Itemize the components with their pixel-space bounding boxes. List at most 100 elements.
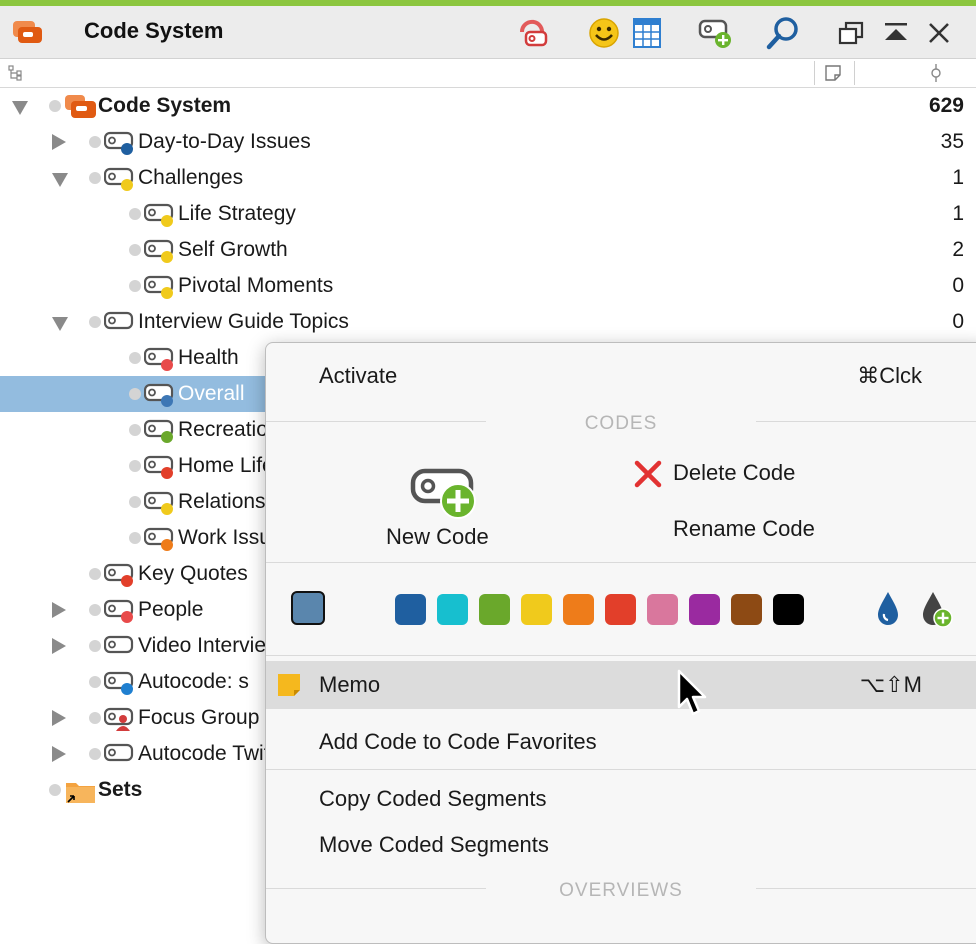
emoticode-button[interactable] xyxy=(585,14,623,52)
activation-dot[interactable] xyxy=(129,208,141,220)
activation-dot[interactable] xyxy=(89,676,101,688)
tree-row-count: 1 xyxy=(952,202,964,225)
new-code-icon xyxy=(698,19,731,48)
menu-item-delete-code[interactable]: Delete Code xyxy=(631,455,851,491)
tree-row-label: Home Life xyxy=(178,454,274,477)
activation-dot[interactable] xyxy=(89,136,101,148)
code-system-icon xyxy=(65,95,96,118)
emoticode-icon xyxy=(589,18,619,48)
focus-group-code-icon xyxy=(104,707,134,731)
frequency-column-icon[interactable] xyxy=(928,63,944,83)
menu-separator xyxy=(266,769,976,770)
activation-dot[interactable] xyxy=(129,280,141,292)
collapsed-triangle-icon[interactable] xyxy=(52,746,66,762)
code-icon xyxy=(144,527,174,551)
code-icon xyxy=(144,347,174,371)
activation-dot[interactable] xyxy=(129,388,141,400)
table-view-button[interactable] xyxy=(628,14,666,52)
activation-dot[interactable] xyxy=(49,784,61,796)
close-button[interactable] xyxy=(920,14,958,52)
menu-item-memo[interactable]: Memo ⌥⇧M xyxy=(266,661,976,709)
collapsed-triangle-icon[interactable] xyxy=(52,134,66,150)
tree-row-label: Interview Guide Topics xyxy=(138,310,349,333)
tree-row[interactable]: Interview Guide Topics 0 xyxy=(0,304,976,340)
table-icon xyxy=(633,18,661,48)
search-button[interactable] xyxy=(764,14,802,52)
activation-dot[interactable] xyxy=(129,496,141,508)
tree-row-code-system[interactable]: Code System 629 xyxy=(0,88,976,124)
expanded-triangle-icon[interactable] xyxy=(52,173,68,187)
hierarchy-icon[interactable] xyxy=(8,65,24,81)
new-code-button[interactable] xyxy=(696,14,734,52)
search-icon xyxy=(766,17,798,50)
activation-dot[interactable] xyxy=(129,424,141,436)
code-icon xyxy=(104,167,134,191)
tree-row-label: Sets xyxy=(98,778,143,801)
color-swatch[interactable] xyxy=(479,594,510,625)
collapsed-triangle-icon[interactable] xyxy=(52,602,66,618)
custom-color-icon[interactable] xyxy=(872,589,904,629)
tree-row-count: 2 xyxy=(952,238,964,261)
activation-dot[interactable] xyxy=(129,244,141,256)
memo-column-icon[interactable] xyxy=(824,64,842,82)
tree-row[interactable]: Day-to-Day Issues 35 xyxy=(0,124,976,160)
menu-item-rename-code[interactable]: Rename Code xyxy=(631,511,851,547)
color-swatch[interactable] xyxy=(647,594,678,625)
new-code-label: New Code xyxy=(386,524,489,549)
menu-separator xyxy=(266,655,976,656)
activation-dot[interactable] xyxy=(89,712,101,724)
activation-dot[interactable] xyxy=(89,316,101,328)
copy-segments-label: Copy Coded Segments xyxy=(319,786,547,811)
new-code-menu-button[interactable]: New Code xyxy=(376,456,516,561)
current-code-color[interactable] xyxy=(291,591,325,625)
collapsed-triangle-icon[interactable] xyxy=(52,710,66,726)
activation-dot[interactable] xyxy=(89,568,101,580)
code-icon xyxy=(144,419,174,443)
code-icon xyxy=(144,383,174,407)
context-menu: Activate ⌘Clck CODES New Code Delete Cod… xyxy=(265,342,976,944)
activate-shortcut: ⌘Clck xyxy=(857,363,922,388)
tree-row[interactable]: Pivotal Moments 0 xyxy=(0,268,976,304)
tree-row-label: Overall xyxy=(178,382,245,405)
collapsed-triangle-icon[interactable] xyxy=(52,638,66,654)
color-swatch[interactable] xyxy=(521,594,552,625)
activation-dot[interactable] xyxy=(129,352,141,364)
code-icon xyxy=(104,131,134,155)
activation-dot[interactable] xyxy=(89,640,101,652)
new-code-icon xyxy=(410,468,476,519)
activation-dot[interactable] xyxy=(49,100,61,112)
color-swatch[interactable] xyxy=(563,594,594,625)
delete-code-label: Delete Code xyxy=(673,460,796,485)
code-icon xyxy=(104,743,134,762)
tree-row[interactable]: Challenges 1 xyxy=(0,160,976,196)
tree-row[interactable]: Life Strategy 1 xyxy=(0,196,976,232)
color-swatch[interactable] xyxy=(395,594,426,625)
tree-row-count: 0 xyxy=(952,274,964,297)
undock-button[interactable] xyxy=(832,14,870,52)
tree-row-label: Key Quotes xyxy=(138,562,248,585)
tree-row[interactable]: Self Growth 2 xyxy=(0,232,976,268)
color-swatch[interactable] xyxy=(605,594,636,625)
add-custom-color-icon[interactable] xyxy=(919,589,955,629)
code-icon xyxy=(144,275,174,299)
activation-dot[interactable] xyxy=(129,532,141,544)
delete-icon xyxy=(634,460,662,488)
color-swatch[interactable] xyxy=(437,594,468,625)
code-system-icon xyxy=(13,21,42,43)
activation-dot[interactable] xyxy=(89,172,101,184)
activation-dot[interactable] xyxy=(89,604,101,616)
expanded-triangle-icon[interactable] xyxy=(52,317,68,331)
column-header-bar xyxy=(0,59,976,88)
code-icon xyxy=(144,239,174,263)
activation-dot[interactable] xyxy=(129,460,141,472)
tree-row-label: Challenges xyxy=(138,166,244,189)
collapse-icon xyxy=(885,23,907,40)
color-swatch[interactable] xyxy=(731,594,762,625)
collapse-button[interactable] xyxy=(877,14,915,52)
color-swatch[interactable] xyxy=(773,594,804,625)
activation-dot[interactable] xyxy=(89,748,101,760)
column-separator xyxy=(814,61,815,85)
expanded-triangle-icon[interactable] xyxy=(12,101,28,115)
color-swatch[interactable] xyxy=(689,594,720,625)
reset-view-button[interactable] xyxy=(514,14,552,52)
